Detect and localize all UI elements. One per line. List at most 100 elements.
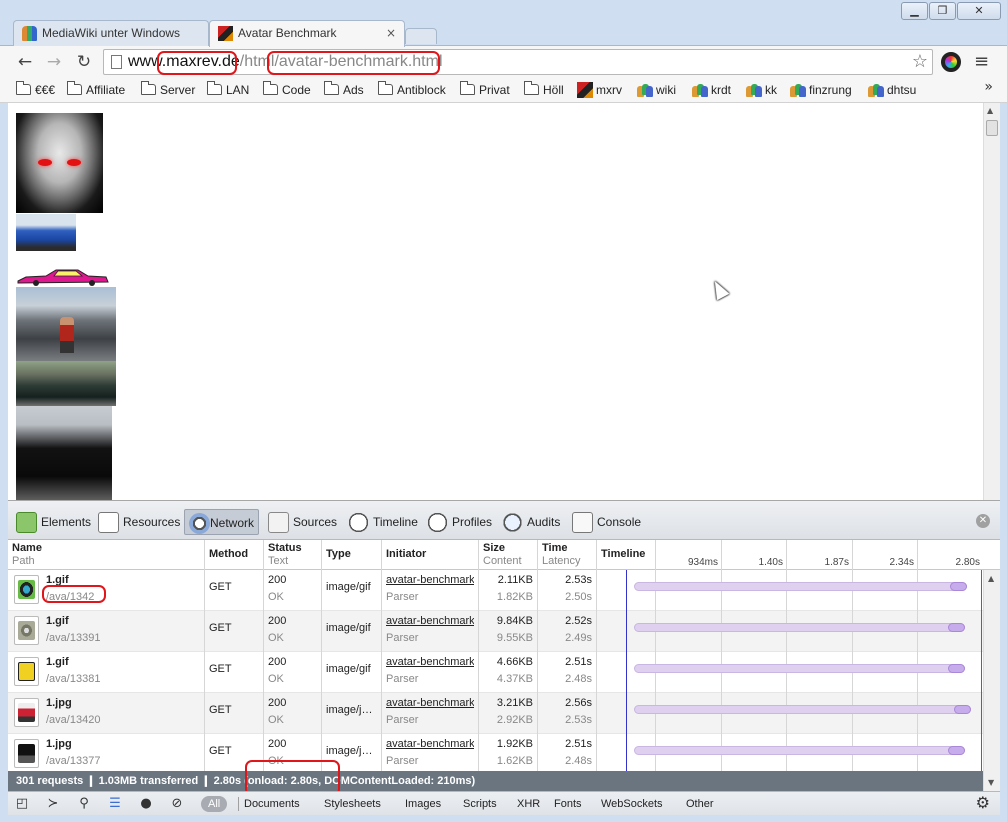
header-sub: Latency (542, 555, 581, 567)
initiator-link[interactable]: avatar-benchmark (386, 737, 474, 751)
gear-icon[interactable]: ⚙ (976, 793, 990, 812)
scroll-up-icon[interactable]: ▲ (988, 574, 994, 583)
search-icon[interactable]: ⚲ (74, 795, 94, 813)
scroll-down-icon[interactable]: ▼ (988, 778, 994, 787)
bookmark-folder[interactable]: Privat (460, 81, 510, 98)
dock-icon[interactable]: ◰ (12, 795, 32, 813)
bookmark-folder[interactable]: Code (263, 81, 311, 98)
timeline-tick: 1.87s (786, 540, 852, 570)
header-main: Time (542, 542, 568, 554)
tab-network[interactable]: Network (184, 509, 260, 535)
reload-icon[interactable]: ↻ (73, 52, 95, 72)
tab-console[interactable]: Console (572, 509, 641, 535)
size-cell: 1.92KB 1.62KB (479, 734, 538, 771)
record-icon[interactable]: ● (136, 795, 156, 813)
column-header-time[interactable]: Time Latency (538, 540, 597, 570)
column-header-name[interactable]: Name Path (8, 540, 205, 570)
time: 2.51s (565, 738, 592, 750)
tab-sources[interactable]: Sources (268, 509, 337, 535)
tab-timeline[interactable]: Timeline (348, 509, 418, 535)
filter-xhr[interactable]: XHR (517, 796, 540, 812)
initiator-link[interactable]: avatar-benchmark (386, 573, 474, 587)
filter-documents[interactable]: Documents (244, 796, 300, 812)
maximize-button[interactable]: ❐ (929, 2, 956, 20)
tab-profiles[interactable]: Profiles (427, 509, 492, 535)
initiator-link[interactable]: avatar-benchmark (386, 696, 474, 710)
bookmark-mxrv[interactable]: mxrv (577, 82, 622, 98)
title-bar: ▁ ❐ ✕ MediaWiki unter Windows Avatar Ben… (0, 0, 1007, 47)
close-devtools-icon[interactable]: ✕ (976, 514, 990, 528)
bookmark-dhtsu[interactable]: dhtsu (868, 82, 916, 98)
bookmark-finzrung[interactable]: finzrung (790, 82, 852, 98)
header-main: Name (12, 542, 42, 554)
header-sub: Content (483, 555, 522, 567)
column-header-size[interactable]: Size Content (479, 540, 538, 570)
initiator-link[interactable]: avatar-benchmark (386, 655, 474, 669)
filter-other[interactable]: Other (686, 796, 714, 812)
bookmark-label: wiki (656, 83, 676, 97)
extension-icon[interactable] (941, 52, 961, 72)
filter-stylesheets[interactable]: Stylesheets (324, 796, 381, 812)
timeline-bar[interactable] (634, 582, 967, 591)
tab-audits[interactable]: Audits (502, 509, 560, 535)
page-scrollbar[interactable]: ▲ (983, 103, 1000, 500)
scroll-up-icon[interactable]: ▲ (987, 106, 993, 115)
forward-arrow-icon[interactable]: → (43, 52, 65, 72)
bookmarks-overflow-chevron-icon[interactable]: » (984, 79, 993, 95)
tick-label: 2.80s (955, 557, 980, 568)
column-header-timeline[interactable]: Timeline (597, 540, 663, 570)
bookmark-krdt[interactable]: krdt (692, 82, 731, 98)
name-cell: 1.gif /ava/13391 (8, 611, 205, 652)
bookmark-star-icon[interactable]: ☆ (912, 51, 928, 72)
timeline-bar[interactable] (634, 705, 971, 714)
column-header-method[interactable]: Method (205, 540, 264, 570)
scroll-thumb[interactable] (986, 120, 998, 136)
tab-mediawiki[interactable]: MediaWiki unter Windows (13, 20, 209, 46)
name-cell: 1.gif /ava/13381 (8, 652, 205, 693)
bookmark-folder[interactable]: Affiliate (67, 81, 125, 98)
column-header-initiator[interactable]: Initiator (382, 540, 479, 570)
menu-icon[interactable]: ≡ (974, 51, 989, 72)
bookmark-folder[interactable]: Antiblock (378, 81, 446, 98)
bookmark-folder[interactable]: Server (141, 81, 195, 98)
clear-icon[interactable]: ⊘ (167, 795, 187, 813)
filter-all[interactable]: All (201, 796, 228, 812)
filter-scripts[interactable]: Scripts (463, 796, 497, 812)
bookmark-folder[interactable]: Ads (324, 81, 364, 98)
bookmark-folder[interactable]: Höll (524, 81, 564, 98)
list-view-icon[interactable]: ☰ (105, 795, 125, 813)
minimize-button[interactable]: ▁ (901, 2, 928, 20)
tab-avatar-benchmark[interactable]: Avatar Benchmark × (209, 20, 405, 47)
timeline-bar[interactable] (634, 664, 965, 673)
tab-elements[interactable]: Elements (16, 509, 91, 535)
console-drawer-icon[interactable]: ≻ (43, 795, 63, 813)
new-tab-button[interactable] (405, 28, 437, 44)
type-cell: image/gif (322, 570, 382, 611)
people-icon (692, 82, 708, 98)
size: 9.84KB (496, 615, 533, 627)
close-window-button[interactable]: ✕ (957, 2, 1001, 20)
tab-resources[interactable]: Resources (98, 509, 180, 535)
page-viewport[interactable] (8, 103, 1000, 500)
initiator-type: Parser (386, 755, 419, 767)
column-header-type[interactable]: Type (322, 540, 382, 570)
filter-images[interactable]: Images (405, 796, 441, 812)
initiator-link[interactable]: avatar-benchmark (386, 614, 474, 628)
audits-icon (502, 512, 523, 533)
bookmark-kk[interactable]: kk (746, 82, 777, 98)
filter-websockets[interactable]: WebSockets (601, 796, 663, 812)
status-text: OK (268, 673, 284, 685)
column-header-status[interactable]: Status Text (264, 540, 322, 570)
bookmark-wiki[interactable]: wiki (637, 82, 676, 98)
close-tab-icon[interactable]: × (386, 21, 396, 45)
bookmark-folder[interactable]: €€€ (16, 81, 55, 98)
filter-fonts[interactable]: Fonts (554, 796, 582, 812)
back-arrow-icon[interactable]: ← (14, 52, 36, 72)
time-cell: 2.53s 2.50s (538, 570, 597, 611)
bookmark-folder[interactable]: LAN (207, 81, 249, 98)
timeline-bar[interactable] (634, 623, 965, 632)
timeline-bar[interactable] (634, 746, 965, 755)
timeline-tick: 2.80s (917, 540, 983, 570)
network-scrollbar[interactable]: ▲ ▼ (983, 570, 1000, 791)
method: GET (209, 663, 232, 675)
